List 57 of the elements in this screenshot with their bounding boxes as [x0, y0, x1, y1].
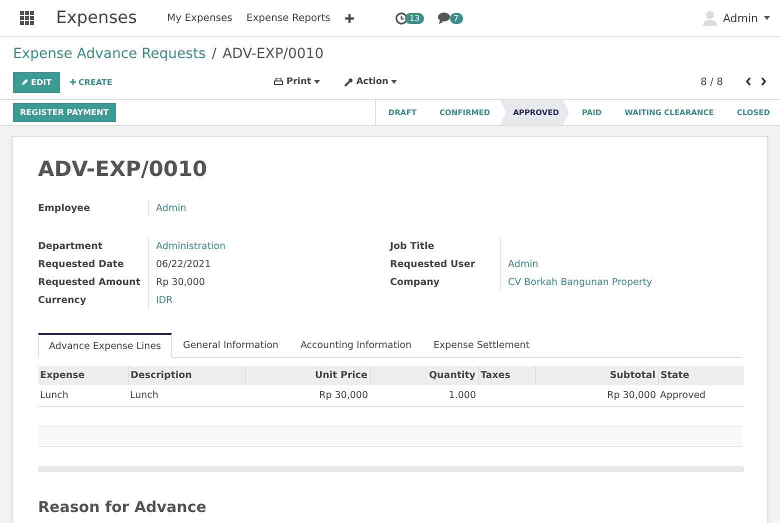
- column-header[interactable]: Description: [128, 366, 245, 385]
- plus-icon[interactable]: [344, 12, 356, 24]
- field-value[interactable]: Administration: [149, 240, 226, 252]
- print-dropdown[interactable]: Print: [268, 76, 326, 88]
- breadcrumb-separator: /: [212, 46, 216, 62]
- create-button[interactable]: CREATE: [64, 76, 118, 88]
- field-value[interactable]: Admin: [149, 202, 186, 214]
- field-value: Rp 30,000: [155, 276, 205, 288]
- menu-item[interactable]: Expense Reports: [246, 12, 330, 24]
- field-label: Department: [38, 237, 149, 255]
- action-dropdown[interactable]: Action: [338, 76, 404, 88]
- menu-item[interactable]: My Expenses: [167, 12, 232, 24]
- caret-icon: [764, 16, 770, 20]
- breadcrumb-current: ADV-EXP/0010: [222, 46, 324, 62]
- table-cell: Rp 30,000: [607, 390, 656, 401]
- pager-value: 8 / 8: [700, 76, 723, 88]
- field-value[interactable]: CV Borkah Bangunan Property: [501, 276, 652, 288]
- apps-menu-icon[interactable]: [20, 11, 34, 25]
- field-value[interactable]: Admin: [501, 258, 538, 270]
- clock-icon[interactable]: [395, 12, 408, 24]
- table-cell: Approved: [660, 390, 706, 401]
- field-value: 06/22/2021: [155, 258, 211, 270]
- message-count: 7: [450, 12, 463, 24]
- user-name[interactable]: Admin: [722, 12, 758, 24]
- field-label: Requested Amount: [38, 273, 149, 291]
- column-header[interactable]: Expense: [38, 366, 128, 385]
- table-cell: 1.000: [448, 390, 476, 401]
- notebook-tab[interactable]: Expense Settlement: [422, 333, 541, 357]
- column-header[interactable]: Subtotal: [535, 366, 658, 385]
- avatar-icon: [702, 10, 717, 26]
- section-title: Reason for Advance: [38, 498, 208, 516]
- record-title: ADV-EXP/0010: [38, 157, 208, 181]
- pencil-icon: [21, 78, 28, 86]
- wrench-icon: [344, 78, 354, 86]
- app-name: Expenses: [56, 8, 137, 28]
- column-header[interactable]: State: [658, 366, 744, 385]
- table-cell: Rp 30,000: [319, 390, 368, 401]
- printer-icon: [274, 78, 284, 86]
- field-label: Currency: [38, 291, 149, 309]
- table-cell: Lunch: [40, 390, 68, 401]
- column-header[interactable]: Taxes: [478, 366, 535, 385]
- breadcrumb-link[interactable]: Expense Advance Requests: [13, 46, 206, 62]
- plus-icon: [70, 78, 76, 84]
- column-header[interactable]: Unit Price: [245, 366, 370, 385]
- field-value[interactable]: IDR: [149, 294, 173, 306]
- field-label: Company: [390, 273, 501, 291]
- field-label: Requested Date: [38, 255, 149, 273]
- column-header[interactable]: Quantity: [370, 366, 478, 385]
- field-label: Requested User: [390, 255, 501, 273]
- notebook-tab[interactable]: Advance Expense Lines: [38, 333, 172, 358]
- table-cell: Lunch: [130, 390, 158, 401]
- notebook-tab[interactable]: General Information: [172, 333, 290, 357]
- chat-icon[interactable]: [438, 12, 453, 24]
- activity-count: 13: [405, 12, 424, 24]
- notebook-tab[interactable]: Accounting Information: [289, 333, 423, 357]
- field-label: Employee: [38, 199, 149, 217]
- field-label: Job Title: [390, 237, 501, 255]
